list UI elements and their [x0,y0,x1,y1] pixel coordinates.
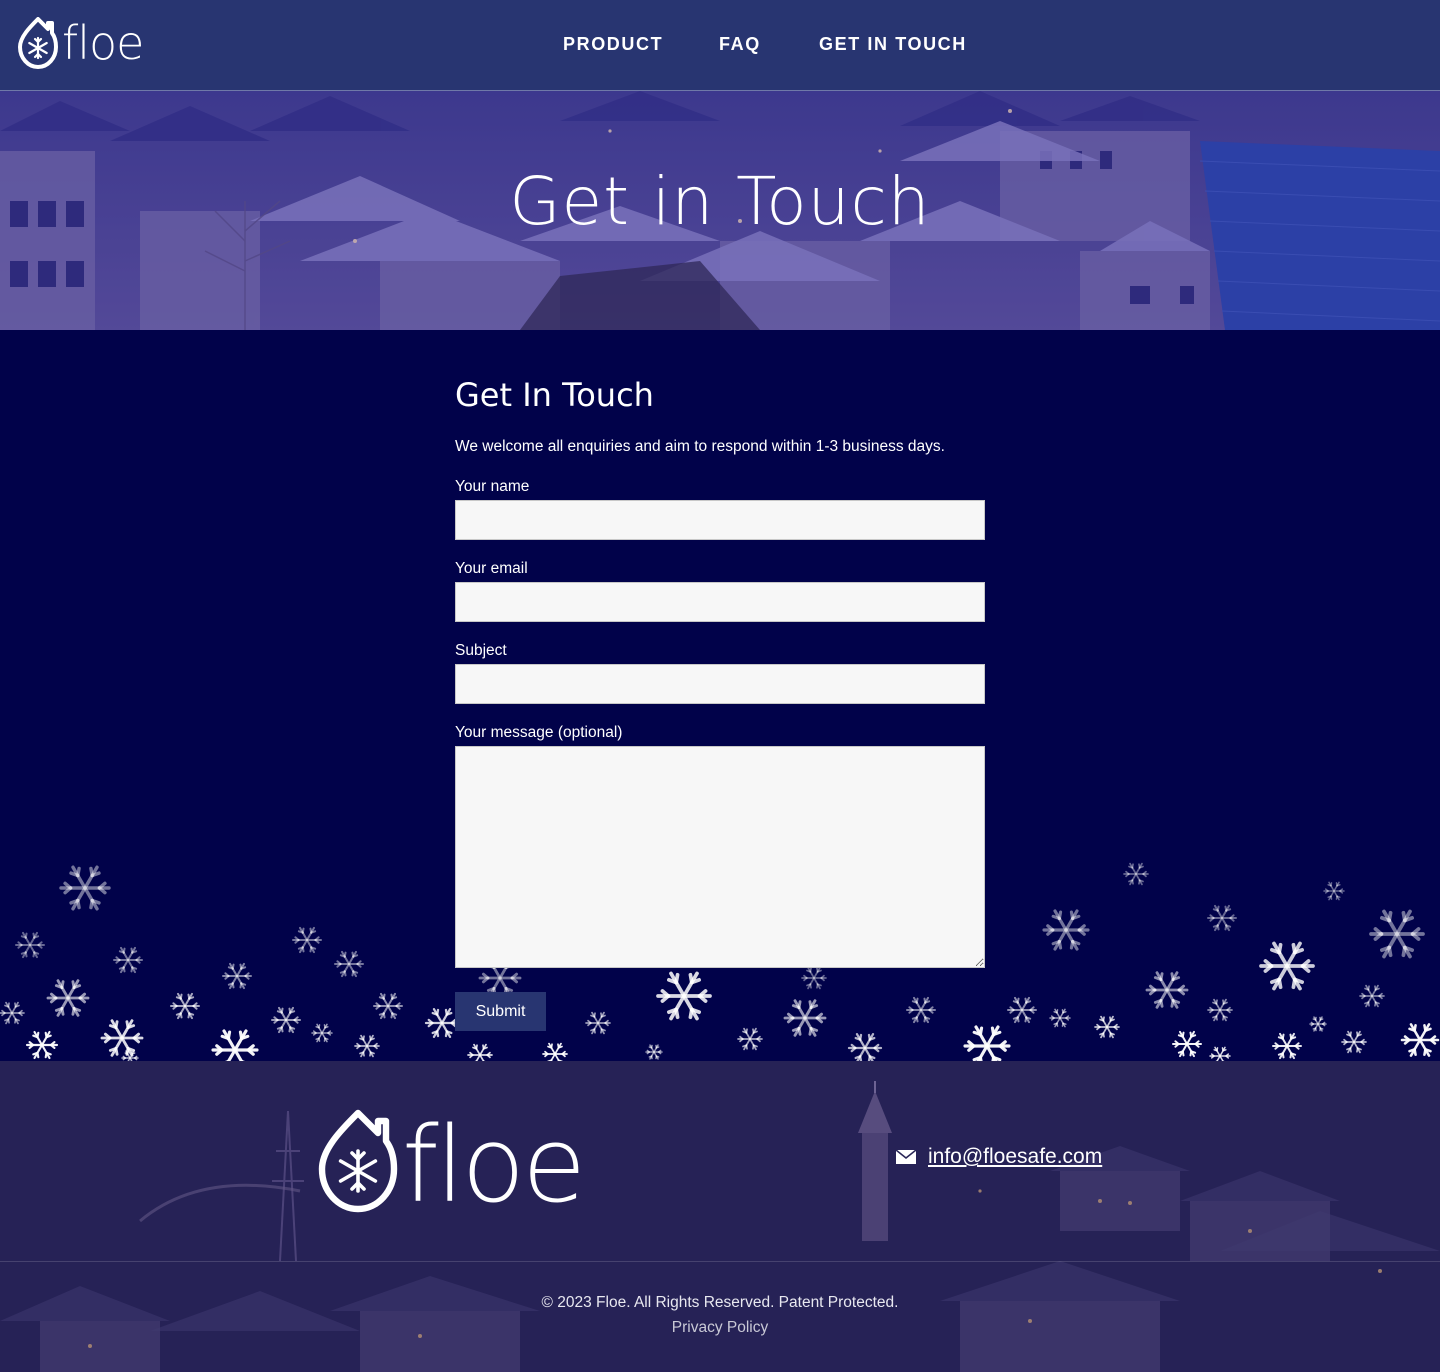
snowflake-icon [222,962,252,990]
footer-logo[interactable]: floe [318,1104,586,1227]
message-label: Your message (optional) [455,724,623,741]
footer-contact: info@floesafe.com [896,1145,1102,1169]
snowflake-icon [100,1019,144,1057]
main-nav: PRODUCT FAQ GET IN TOUCH [563,34,967,55]
hero-title: Get in Touch [509,163,931,240]
snowflake-icon [1369,909,1425,959]
snowflake-icon [1272,1032,1302,1060]
footer-divider [0,1261,1440,1262]
snowflake-icon [25,1030,59,1060]
privacy-policy-link[interactable]: Privacy Policy [0,1319,1440,1337]
contact-section: Get In Touch We welcome all enquiries an… [0,330,1440,1061]
name-input[interactable] [455,500,985,540]
message-textarea[interactable] [455,746,985,968]
snowflake-icon [373,992,403,1020]
email-label: Your email [455,560,528,577]
envelope-icon [896,1150,916,1164]
snowflake-icon [59,865,111,911]
form-heading: Get In Touch [455,376,654,414]
logo-wordmark: floe [62,16,144,70]
snowflake-icon [1209,1046,1231,1061]
snowflake-icon [424,1008,460,1038]
snowflake-icon [15,931,45,959]
nav-product[interactable]: PRODUCT [563,34,719,55]
snowflake-icon [334,950,364,978]
snowflake-icon [1094,1015,1120,1039]
snowflake-icon [906,996,936,1024]
snowflake-icon [1309,1016,1327,1032]
snowflake-icon [0,1001,25,1025]
snowflake-icon [1323,881,1345,901]
snowflake-icon [585,1011,611,1035]
floe-drop-icon [318,1109,398,1213]
form-intro: We welcome all enquiries and aim to resp… [455,438,945,455]
subject-label: Subject [455,642,507,659]
site-footer: floe info@floesafe.com © 2023 Floe. All … [0,1061,1440,1372]
name-label: Your name [455,478,530,495]
snowflake-icon [847,1033,883,1061]
subject-input[interactable] [455,664,985,704]
snowflake-icon [783,999,827,1037]
snowflake-icon [1207,998,1233,1022]
snowflake-icon [801,966,827,990]
footer-logo-wordmark: floe [402,1104,586,1227]
snowflake-icon [1259,941,1315,991]
snowflake-icon [292,926,322,954]
nav-faq[interactable]: FAQ [719,34,819,55]
nav-get-in-touch[interactable]: GET IN TOUCH [819,34,967,55]
hero-banner: Get in Touch [0,91,1440,330]
snowflake-icon [1145,971,1189,1009]
snowflake-icon [354,1034,380,1058]
snowflake-icon [1207,904,1237,932]
header-logo[interactable]: floe [18,16,144,70]
snowflake-icon [113,946,143,974]
snowflake-icon [1359,984,1385,1008]
snowflake-icon [963,1025,1011,1061]
snowflake-icon [1049,1008,1071,1028]
email-input[interactable] [455,582,985,622]
snowflake-icon [170,992,200,1020]
snowflake-icon [211,1029,259,1061]
snowflake-icon [656,971,712,1021]
snowflake-icon [311,1023,333,1043]
snowflake-icon [467,1043,493,1061]
snowflake-icon [1042,909,1090,951]
snowflake-icon [271,1006,301,1034]
snowflake-icon [46,979,90,1017]
snowflake-icon [1341,1030,1367,1054]
snowflake-icon [737,1027,763,1051]
snowflake-icon [1172,1030,1202,1058]
email-link[interactable]: info@floesafe.com [928,1145,1102,1169]
submit-button[interactable]: Submit [455,992,546,1031]
snowflake-icon [1123,862,1149,886]
floe-drop-icon [18,17,58,69]
snowflake-icon [542,1042,568,1061]
site-header: floe PRODUCT FAQ GET IN TOUCH [0,0,1440,91]
snowflake-icon [1400,1023,1440,1057]
copyright-text: © 2023 Floe. All Rights Reserved. Patent… [541,1294,899,1311]
snowflake-icon [645,1044,663,1060]
snowflake-icon [1007,996,1037,1024]
